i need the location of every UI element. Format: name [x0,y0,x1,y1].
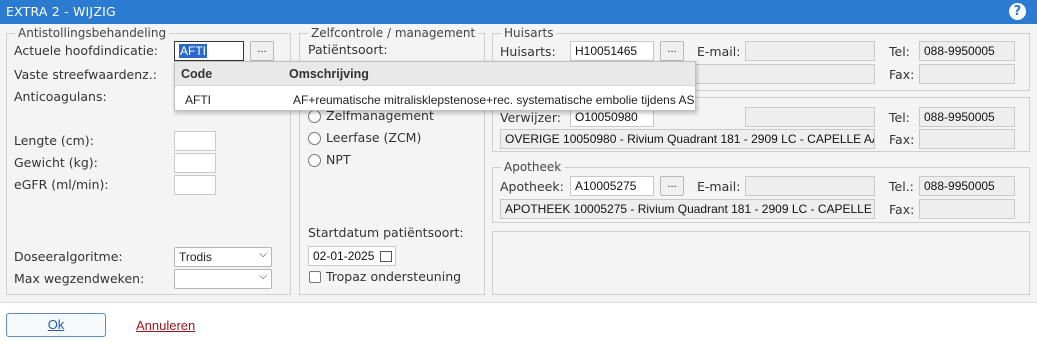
streefwaarde-label: Vaste streefwaardenz.: [14,67,157,82]
ok-button[interactable]: Ok [6,313,106,337]
cancel-link[interactable]: Annuleren [136,318,195,333]
chevron-down-icon: ⌵ [259,249,267,260]
huisarts-tel-label: Tel: [889,44,910,59]
apotheek-tel-label: Tel.: [889,179,914,194]
gewicht-label: Gewicht (kg): [14,155,98,170]
huisarts-lookup-button[interactable]: ... [660,41,684,61]
huisarts-code-input[interactable]: H10051465 [570,41,654,61]
apotheek-email-field [745,176,875,196]
huisarts-fax-field [919,64,1015,84]
huisarts-email-label: E-mail: [697,44,741,59]
verwijzer-fax-field [919,129,1015,149]
hoofdindicatie-label: Actuele hoofdindicatie: [14,43,159,58]
apotheek-lookup-button[interactable]: ... [660,176,684,196]
doseeralgoritme-value: Trodis [179,250,212,264]
radio-npt-label: NPT [326,152,351,167]
huisarts-fax-label: Fax: [889,67,915,82]
patientsoort-label: Patiëntsoort: [308,42,388,57]
radio-zelfmanagement[interactable] [308,110,321,123]
calendar-icon[interactable] [380,251,392,262]
gewicht-input[interactable] [174,153,216,173]
anticoagulans-label: Anticoagulans: [14,89,107,104]
help-icon[interactable]: ? [1009,3,1026,20]
max-wegzendweken-select[interactable]: ⌵ [174,269,272,289]
dialog-footer: Ok Annuleren [0,302,1037,342]
apotheek-fax-label: Fax: [889,202,915,217]
anticoag-legend: Antistollingsbehandeling [15,26,170,40]
hoofdindicatie-lookup-button[interactable]: ... [250,41,274,61]
max-wegzendweken-label: Max wegzendweken: [14,271,145,286]
dropdown-header: Code Omschrijving [175,62,695,86]
hoofdindicatie-value: AFTI [179,44,207,58]
lengte-label: Lengte (cm): [14,133,94,148]
chevron-down-icon: ⌵ [259,271,267,282]
apotheek-code: A10005275 [575,179,637,193]
window-title: EXTRA 2 - WIJZIG [6,4,116,19]
radio-leerfase-label: Leerfase (ZCM) [326,130,422,145]
huisarts-legend: Huisarts [501,26,557,40]
lengte-input[interactable] [174,131,216,151]
apotheek-email-label: E-mail: [697,179,741,194]
dropdown-row-omschrijving: AF+reumatische mitralisklepstenose+rec. … [293,93,695,107]
apotheek-legend: Apotheek [501,160,565,174]
apotheek-label: Apotheek: [500,179,564,194]
startdatum-label: Startdatum patiëntsoort: [308,225,464,240]
apotheek-description-field: APOTHEEK 10005275 - Rivium Quadrant 181 … [500,199,875,219]
extra-panel [492,231,1030,295]
hoofdindicatie-dropdown: Code Omschrijving AFTI AF+reumatische mi… [174,61,696,111]
apotheek-fax-field [919,199,1015,219]
verwijzer-code: O10050980 [575,110,638,124]
dropdown-col-code: Code [181,67,213,81]
tropaz-checkbox[interactable] [309,271,321,283]
egfr-label: eGFR (ml/min): [14,177,109,192]
startdatum-value: 02-01-2025 [313,249,375,263]
huisarts-email-field [745,41,875,61]
egfr-input[interactable] [174,175,216,195]
apotheek-code-input[interactable]: A10005275 [570,176,654,196]
apotheek-tel-field: 088-9950005 [919,176,1015,196]
hoofdindicatie-input[interactable]: AFTI [174,41,244,61]
verwijzer-label: Verwijzer: [500,110,561,125]
verwijzer-email-field [745,107,875,127]
tropaz-label: Tropaz ondersteuning [326,269,462,284]
dropdown-row-code: AFTI [185,93,211,107]
verwijzer-tel-label: Tel: [889,110,910,125]
doseeralgoritme-select[interactable]: Trodis ⌵ [174,247,272,267]
huisarts-code: H10051465 [575,44,638,58]
dropdown-col-omschrijving: Omschrijving [289,67,369,81]
zelfcontrole-legend: Zelfcontrole / management [308,26,479,40]
window-title-bar: EXTRA 2 - WIJZIG ? [0,0,1037,24]
verwijzer-description-field: OVERIGE 10050980 - Rivium Quadrant 181 -… [500,129,875,149]
huisarts-tel-field: 088-9950005 [919,41,1015,61]
verwijzer-fax-label: Fax: [889,132,915,147]
doseeralgoritme-label: Doseeralgoritme: [14,249,123,264]
huisarts-label: Huisarts: [500,44,556,59]
radio-npt[interactable] [308,154,321,167]
radio-leerfase[interactable] [308,132,321,145]
verwijzer-tel-field: 088-9950005 [919,107,1015,127]
